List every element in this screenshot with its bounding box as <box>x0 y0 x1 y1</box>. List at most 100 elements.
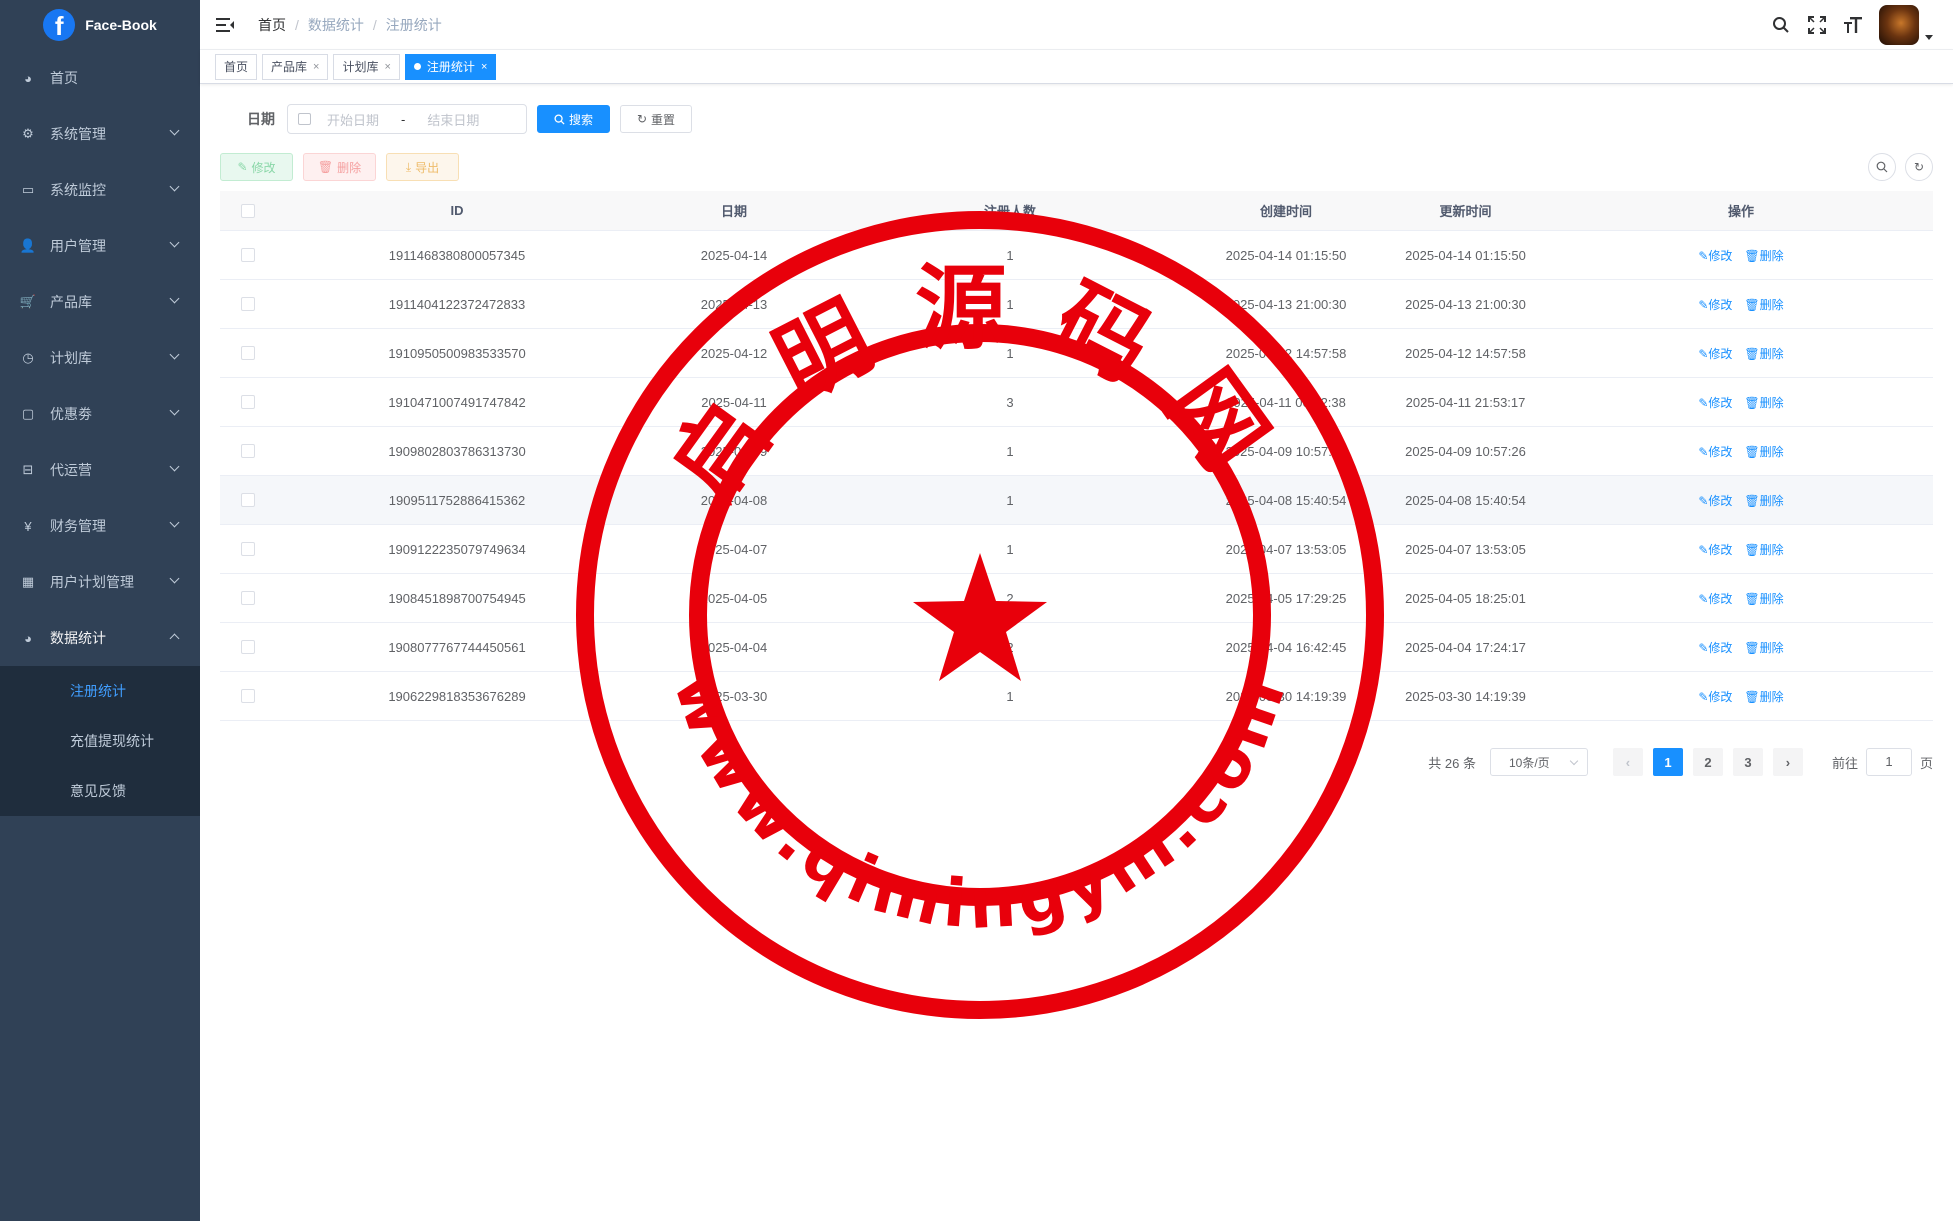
delete-button[interactable]: 🗑 删除 <box>303 153 376 181</box>
table-row[interactable]: 1906229818353676289 2025-03-30 1 2025-03-30… <box>220 672 1933 721</box>
cell-actions: ✎修改 🗑删除 <box>1549 639 1933 656</box>
edit-button[interactable]: ✎ 修改 <box>220 153 293 181</box>
refresh-button[interactable]: ↻ <box>1905 153 1933 181</box>
close-icon[interactable]: × <box>384 61 390 73</box>
tab-1[interactable]: 产品库 × <box>262 53 329 80</box>
row-delete-link[interactable]: 🗑删除 <box>1744 492 1783 509</box>
page-button-3[interactable]: 3 <box>1732 748 1763 776</box>
table-row[interactable]: 1910950500983533570 2025-04-12 1 2025-04-12… <box>220 329 1933 378</box>
submenu-item-1[interactable]: 充值提现统计 <box>0 716 200 766</box>
row-edit-link[interactable]: ✎修改 <box>1698 443 1732 460</box>
table-row[interactable]: 1911404122372472833 2025-04-13 1 2025-04-13… <box>220 280 1933 329</box>
row-delete-link[interactable]: 🗑删除 <box>1744 590 1783 607</box>
row-checkbox[interactable] <box>241 346 255 360</box>
user-avatar[interactable] <box>1879 5 1919 45</box>
edit-icon: ✎ <box>1698 689 1709 704</box>
row-edit-link[interactable]: ✎修改 <box>1698 688 1732 705</box>
logo[interactable]: f Face-Book <box>0 0 200 50</box>
search-button[interactable]: 搜索 <box>537 105 610 133</box>
sidebar-item-1[interactable]: ⚙ 系统管理 <box>0 106 200 162</box>
row-checkbox[interactable] <box>241 493 255 507</box>
submenu-item-2[interactable]: 意见反馈 <box>0 766 200 816</box>
next-page-button[interactable]: › <box>1772 748 1803 776</box>
page-button-1[interactable]: 1 <box>1652 748 1683 776</box>
close-icon[interactable]: × <box>313 61 319 73</box>
row-checkbox[interactable] <box>241 395 255 409</box>
row-delete-link[interactable]: 🗑删除 <box>1744 296 1783 313</box>
close-icon[interactable]: × <box>481 61 487 73</box>
row-delete-link[interactable]: 🗑删除 <box>1744 247 1783 264</box>
sidebar-item-9[interactable]: ▦ 用户计划管理 <box>0 554 200 610</box>
row-edit-link[interactable]: ✎修改 <box>1698 590 1732 607</box>
row-edit-link[interactable]: ✎修改 <box>1698 639 1732 656</box>
row-delete-link[interactable]: 🗑删除 <box>1744 443 1783 460</box>
row-edit-link[interactable]: ✎修改 <box>1698 541 1732 558</box>
sidebar-item-7[interactable]: ⊟ 代运营 <box>0 442 200 498</box>
row-checkbox[interactable] <box>241 297 255 311</box>
sidebar-item-0[interactable]: ◕ 首页 <box>0 50 200 106</box>
row-delete-link[interactable]: 🗑删除 <box>1744 345 1783 362</box>
fullscreen-icon[interactable] <box>1807 15 1827 35</box>
start-date-input[interactable]: 开始日期 <box>327 110 379 129</box>
row-delete-link[interactable]: 🗑删除 <box>1744 639 1783 656</box>
row-edit-link[interactable]: ✎修改 <box>1698 296 1732 313</box>
export-button[interactable]: ⤓ 导出 <box>386 153 459 181</box>
table-row[interactable]: 1909802803786313730 2025-04-09 1 2025-04-09… <box>220 427 1933 476</box>
table-row[interactable]: 1908077767744450561 2025-04-04 2 2025-04-04… <box>220 623 1933 672</box>
sidebar-item-2[interactable]: ▭ 系统监控 <box>0 162 200 218</box>
row-edit-link[interactable]: ✎修改 <box>1698 394 1732 411</box>
select-all-checkbox[interactable] <box>241 203 255 218</box>
cell-created: 2025-04-08 15:40:54 <box>1225 492 1347 508</box>
search-icon[interactable] <box>1771 15 1791 35</box>
table-row[interactable]: 1909511752886415362 2025-04-08 1 2025-04-08… <box>220 476 1933 525</box>
sidebar-item-10[interactable]: ◕ 数据统计 <box>0 610 200 666</box>
row-checkbox[interactable] <box>241 591 255 605</box>
page-button-2[interactable]: 2 <box>1692 748 1723 776</box>
date-range-picker[interactable]: 开始日期 - 结束日期 <box>287 104 527 134</box>
tab-0[interactable]: 首页 <box>215 53 258 80</box>
trash-icon: 🗑 <box>1744 591 1760 606</box>
page-size-select[interactable]: 10条/页 <box>1489 748 1588 776</box>
row-edit-link[interactable]: ✎修改 <box>1698 247 1732 264</box>
column-header-created: 创建时间 <box>1259 204 1312 219</box>
row-delete-link[interactable]: 🗑删除 <box>1744 394 1783 411</box>
table-row[interactable]: 1908451898700754945 2025-04-05 2 2025-04-05… <box>220 574 1933 623</box>
reset-button[interactable]: ↻ 重置 <box>620 105 692 133</box>
row-checkbox[interactable] <box>241 640 255 654</box>
breadcrumb-home[interactable]: 首页 <box>258 15 286 35</box>
toggle-search-button[interactable] <box>1868 153 1896 181</box>
row-checkbox[interactable] <box>241 542 255 556</box>
sidebar-menu: ◕ 首页 ⚙ 系统管理 ▭ 系统监控 👤 用户管理 🛒 产品库 ◷ 计划库 ▢ 优惠劵 ⊟ 代运营 ¥ 财务管理 ▦… <box>0 50 200 816</box>
font-size-icon[interactable] <box>1843 15 1863 35</box>
sidebar-item-8[interactable]: ¥ 财务管理 <box>0 498 200 554</box>
search-icon <box>1876 161 1888 173</box>
row-checkbox[interactable] <box>241 689 255 703</box>
table-row[interactable]: 1909122235079749634 2025-04-07 1 2025-04-07… <box>220 525 1933 574</box>
chevron-down-icon <box>1569 756 1579 765</box>
tab-3[interactable]: 注册统计 × <box>404 53 497 80</box>
chevron-down-icon[interactable] <box>1925 34 1933 40</box>
sidebar-item-4[interactable]: 🛒 产品库 <box>0 274 200 330</box>
hamburger-icon[interactable] <box>216 17 234 32</box>
tab-2[interactable]: 计划库 × <box>333 53 400 80</box>
row-delete-link[interactable]: 🗑删除 <box>1744 541 1783 558</box>
facebook-logo-icon: f <box>43 9 76 41</box>
sidebar-item-label: 计划库 <box>50 350 92 366</box>
submenu-item-0[interactable]: 注册统计 <box>0 666 200 716</box>
refresh-icon: ↻ <box>1913 160 1925 174</box>
trash-icon: 🗑 <box>1744 395 1760 410</box>
row-edit-link[interactable]: ✎修改 <box>1698 492 1732 509</box>
row-checkbox[interactable] <box>241 444 255 458</box>
sidebar-item-5[interactable]: ◷ 计划库 <box>0 330 200 386</box>
row-checkbox[interactable] <box>241 248 255 262</box>
row-edit-link[interactable]: ✎修改 <box>1698 345 1732 362</box>
row-delete-link[interactable]: 🗑删除 <box>1744 688 1783 705</box>
table-row[interactable]: 1911468380800057345 2025-04-14 1 2025-04-14… <box>220 231 1933 280</box>
page-jump-input[interactable]: 1 <box>1865 748 1912 776</box>
prev-page-button[interactable]: ‹ <box>1612 748 1643 776</box>
end-date-input[interactable]: 结束日期 <box>427 110 479 129</box>
table-row[interactable]: 1910471007491747842 2025-04-11 3 2025-04-11… <box>220 378 1933 427</box>
sidebar-item-6[interactable]: ▢ 优惠劵 <box>0 386 200 442</box>
cell-created: 2025-04-05 17:29:25 <box>1225 590 1347 606</box>
sidebar-item-3[interactable]: 👤 用户管理 <box>0 218 200 274</box>
